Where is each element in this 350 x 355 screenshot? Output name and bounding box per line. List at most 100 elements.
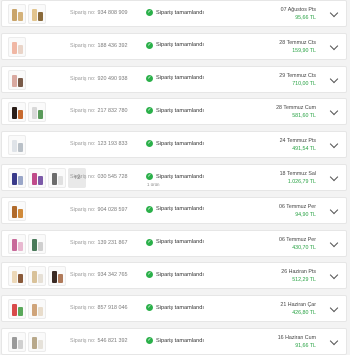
product-thumbnail[interactable] [8, 4, 26, 24]
status-text: Sipariş tamamlandı [156, 42, 204, 49]
order-price: 159,90 TL [292, 47, 316, 54]
order-row[interactable]: +2 Sipariş no: 030 545 728 ✓ Sipariş tamamla… [1, 164, 347, 191]
product-thumbnails [8, 200, 26, 221]
order-number: Sipariş no: 139 231 867 [70, 240, 127, 246]
order-number: Sipariş no: 030 545 728 [70, 174, 127, 180]
order-number-label: Sipariş no: [70, 10, 96, 16]
order-number-value: 188 436 392 [97, 42, 128, 49]
order-number-label: Sipariş no: [70, 42, 96, 49]
order-status: ✓ Sipariş tamamlandı [146, 107, 204, 115]
order-date: 07 Ağustos Pts [280, 7, 316, 13]
product-thumbnail[interactable] [48, 168, 66, 188]
product-thumbnail[interactable] [8, 69, 26, 90]
order-row[interactable]: Sipariş no: 123 193 833 ✓ Sipariş tamamland… [1, 131, 347, 159]
product-thumbnail[interactable] [8, 332, 26, 352]
check-circle-icon: ✓ [146, 337, 153, 344]
order-row[interactable]: Sipariş no: 188 436 392 ✓ Sipariş tamamland… [1, 32, 347, 60]
chevron-down-icon[interactable] [329, 74, 339, 83]
status-text: Sipariş tamamlandı [156, 107, 204, 114]
product-thumbnail[interactable] [8, 135, 26, 156]
order-number-value: 857 918 046 [97, 305, 128, 312]
product-thumbnails [8, 69, 26, 90]
order-price: 581,60 TL [292, 113, 316, 120]
order-row[interactable]: Sipariş no: 546 821 392 ✓ Sipariş tamamland… [1, 328, 347, 355]
product-thumbnails [8, 135, 26, 156]
chevron-down-icon[interactable] [329, 238, 339, 247]
order-number-label: Sipariş no: [70, 141, 96, 148]
order-number-label: Sipariş no: [70, 305, 96, 312]
check-circle-icon: ✓ [146, 9, 153, 16]
order-price: 426,80 TL [292, 310, 316, 317]
order-number-value: 139 231 867 [97, 239, 128, 246]
product-thumbnail[interactable] [28, 168, 46, 188]
product-thumbnail[interactable] [8, 200, 26, 221]
product-thumbnail[interactable] [28, 233, 46, 254]
chevron-down-icon[interactable] [329, 205, 339, 215]
product-thumbnail[interactable] [48, 266, 66, 287]
order-row[interactable]: Sipariş no: 217 832 780 ✓ Sipariş tamamland… [1, 98, 347, 126]
order-date: 06 Temmuz Per [279, 236, 316, 243]
order-number: Sipariş no: 546 821 392 [70, 338, 127, 344]
product-thumbnail[interactable] [8, 299, 26, 320]
chevron-down-icon[interactable] [329, 8, 339, 18]
order-number-value: 546 821 392 [97, 338, 128, 344]
order-number: Sipariş no: 904 028 597 [70, 207, 127, 213]
order-row[interactable]: Sipariş no: 904 028 597 ✓ Sipariş tamamland… [1, 196, 347, 224]
product-thumbnails [8, 266, 66, 287]
order-number: Sipariş no: 123 193 833 [70, 141, 127, 147]
check-circle-icon: ✓ [146, 271, 153, 279]
order-price: 710,00 TL [292, 80, 316, 87]
product-thumbnail[interactable] [8, 266, 26, 287]
order-row[interactable]: Sipariş no: 920 490 938 ✓ Sipariş tamamland… [1, 65, 347, 93]
status-text: Sipariş tamamlandı [156, 337, 204, 344]
order-number-value: 934 342 765 [97, 272, 128, 279]
product-thumbnail[interactable] [8, 36, 26, 57]
order-date: 28 Temmuz Cum [276, 105, 316, 112]
chevron-down-icon[interactable] [329, 107, 339, 116]
order-row[interactable]: Sipariş no: 857 918 046 ✓ Sipariş tamamland… [1, 295, 347, 323]
order-date: 16 Haziran Cum [277, 335, 316, 341]
status-text: Sipariş tamamlandı [156, 206, 204, 213]
order-date: 24 Temmuz Pts [279, 138, 316, 145]
order-number-label: Sipariş no: [70, 272, 96, 279]
order-number-label: Sipariş no: [70, 75, 96, 82]
check-circle-icon: ✓ [146, 107, 153, 115]
order-price: 491,54 TL [292, 146, 316, 153]
chevron-down-icon[interactable] [329, 41, 339, 51]
check-circle-icon: ✓ [146, 41, 153, 49]
order-number-label: Sipariş no: [70, 174, 96, 180]
product-thumbnail[interactable] [28, 266, 46, 287]
product-thumbnail[interactable] [28, 102, 46, 123]
order-number-value: 217 832 780 [97, 108, 128, 115]
product-thumbnails [8, 299, 46, 320]
product-thumbnail[interactable] [28, 4, 46, 24]
order-price: 430,70 TL [292, 244, 316, 251]
status-text: Sipariş tamamlandı [156, 9, 204, 16]
product-thumbnail[interactable] [28, 332, 46, 352]
chevron-down-icon[interactable] [329, 303, 339, 313]
order-number-value: 934 808 909 [97, 10, 128, 16]
product-thumbnails [8, 102, 46, 123]
status-text: Sipariş tamamlandı [156, 304, 204, 311]
order-row[interactable]: Sipariş no: 934 342 765 ✓ Sipariş tamamland… [1, 262, 347, 290]
product-thumbnail[interactable] [28, 299, 46, 320]
chevron-down-icon[interactable] [329, 271, 339, 280]
order-date: 28 Temmuz Cts [279, 39, 316, 46]
check-circle-icon: ✓ [146, 173, 153, 180]
order-row[interactable]: Sipariş no: 139 231 867 ✓ Sipariş tamamland… [1, 229, 347, 257]
product-thumbnail[interactable] [8, 168, 26, 188]
status-text: Sipariş tamamlandı [156, 173, 204, 180]
chevron-down-icon[interactable] [329, 172, 339, 182]
chevron-down-icon[interactable] [329, 336, 339, 346]
order-date: 21 Haziran Çar [280, 302, 316, 309]
check-circle-icon: ✓ [146, 140, 153, 148]
order-date: 29 Temmuz Cts [279, 72, 316, 79]
chevron-down-icon[interactable] [329, 139, 339, 149]
product-thumbnail[interactable] [8, 233, 26, 254]
order-status: ✓ Sipariş tamamlandı [146, 205, 204, 213]
order-number: Sipariş no: 934 342 765 [70, 272, 127, 278]
order-number-label: Sipariş no: [70, 239, 96, 246]
order-status: ✓ Sipariş tamamlandı [146, 41, 204, 49]
product-thumbnail[interactable] [8, 102, 26, 123]
order-row[interactable]: Sipariş no: 934 808 909 ✓ Sipariş tamamland… [1, 0, 347, 27]
